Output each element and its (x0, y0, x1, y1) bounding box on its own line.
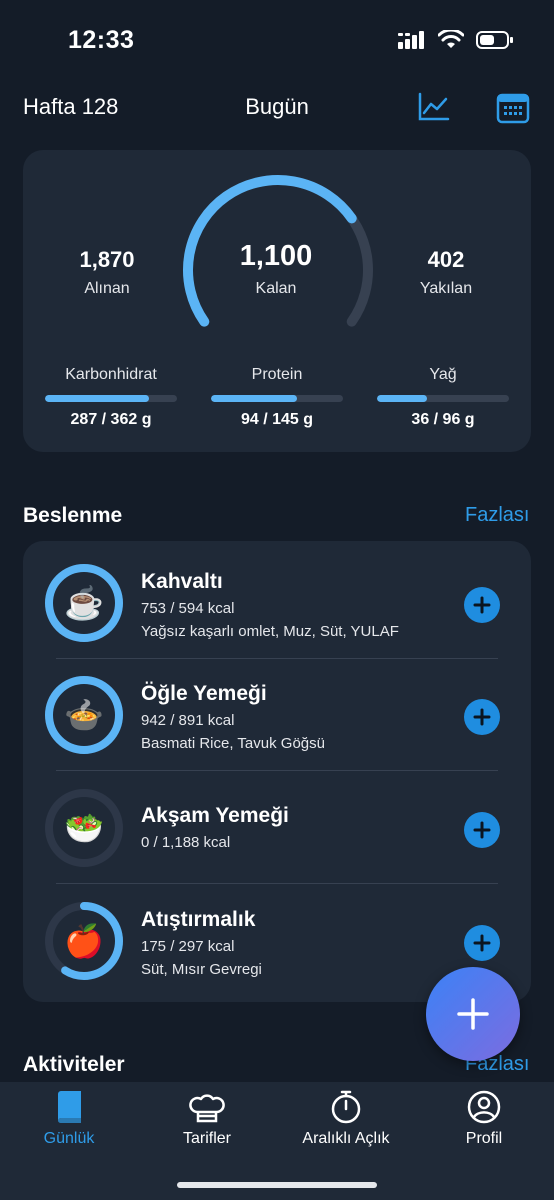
meal-kcal: 0 / 1,188 kcal (141, 834, 231, 851)
meal-lunch[interactable]: 🍲 Öğle Yemeği 942 / 891 kcal Basmati Ric… (23, 655, 531, 767)
eaten-label: Alınan (84, 280, 130, 297)
chef-hat-icon (189, 1094, 225, 1123)
burned-value: 402 (427, 247, 465, 272)
meal-kcal: 175 / 297 kcal (141, 938, 235, 955)
chart-icon[interactable] (418, 92, 450, 127)
plus-icon (473, 596, 491, 614)
meal-title: Kahvaltı (141, 570, 223, 593)
meal-dinner[interactable]: 🥗 Akşam Yemeği 0 / 1,188 kcal (23, 768, 531, 880)
tab-label: Tarifler (182, 1130, 231, 1147)
burned-label: Yakılan (419, 280, 473, 297)
meal-title: Atıştırmalık (141, 908, 256, 931)
macro-carbs-value: 287 / 362 g (70, 411, 152, 428)
add-fab-button[interactable] (426, 967, 520, 1061)
remaining-value: 1,100 (239, 240, 313, 272)
macro-protein-label: Protein (251, 366, 303, 383)
home-indicator (177, 1182, 377, 1188)
plus-icon (473, 821, 491, 839)
plus-icon (473, 934, 491, 952)
tab-profile[interactable]: Profil (415, 1090, 553, 1148)
remaining-label: Kalan (255, 280, 297, 297)
tab-label: Aralıklı Açlık (302, 1130, 390, 1147)
plus-icon (473, 708, 491, 726)
eaten-value: 1,870 (79, 247, 135, 272)
activities-title: Aktiviteler (23, 1053, 125, 1076)
profile-icon (467, 1090, 501, 1124)
salad-icon: 🥗 (64, 810, 104, 846)
macro-fat-label: Yağ (429, 366, 457, 383)
add-dinner-button[interactable] (464, 812, 500, 848)
add-lunch-button[interactable] (464, 699, 500, 735)
meal-breakfast[interactable]: ☕ Kahvaltı 753 / 594 kcal Yağsız kaşarlı… (23, 543, 531, 655)
wifi-icon (438, 30, 464, 48)
meal-title: Öğle Yemeği (141, 682, 267, 705)
week-label[interactable]: Hafta 128 (23, 94, 118, 120)
soup-bowl-icon: 🍲 (64, 697, 104, 733)
tab-label: Günlük (43, 1130, 95, 1147)
nutrition-more-link[interactable]: Fazlası (465, 504, 529, 527)
meals-card: ☕ Kahvaltı 753 / 594 kcal Yağsız kaşarlı… (23, 541, 531, 1002)
meal-items: Süt, Mısır Gevregi (141, 961, 262, 978)
macro-fat-value: 36 / 96 g (411, 411, 475, 428)
status-icons (398, 30, 514, 50)
tab-intermittent-fasting[interactable]: Aralıklı Açlık (277, 1090, 415, 1148)
meal-kcal: 942 / 891 kcal (141, 712, 235, 729)
add-breakfast-button[interactable] (464, 587, 500, 623)
tab-diary[interactable]: Günlük (0, 1090, 138, 1148)
macro-carbs-label: Karbonhidrat (65, 366, 157, 383)
macro-protein-bar (211, 395, 343, 402)
meal-items: Basmati Rice, Tavuk Göğsü (141, 735, 325, 752)
summary-card[interactable]: 1,870 Alınan 1,100 Kalan 402 Yakılan Kar… (23, 150, 531, 452)
calendar-icon[interactable] (496, 92, 530, 129)
tab-label: Profil (465, 1130, 503, 1147)
stopwatch-icon (331, 1090, 361, 1124)
book-icon (58, 1091, 81, 1124)
apple-icon: 🍎 (64, 923, 104, 959)
coffee-icon: ☕ (64, 585, 104, 621)
plus-icon (457, 998, 489, 1030)
meal-kcal: 753 / 594 kcal (141, 600, 235, 617)
signal-icon (398, 31, 424, 49)
add-snack-button[interactable] (464, 925, 500, 961)
nutrition-title: Beslenme (23, 504, 123, 527)
meal-items: Yağsız kaşarlı omlet, Muz, Süt, YULAF (141, 623, 399, 640)
status-time: 12:33 (68, 26, 135, 54)
battery-icon (476, 31, 513, 49)
meal-title: Akşam Yemeği (141, 804, 289, 827)
macro-protein-value: 94 / 145 g (240, 411, 314, 428)
macro-fat-bar (377, 395, 509, 402)
tab-recipes[interactable]: Tarifler (138, 1090, 276, 1148)
macro-carbs-bar (45, 395, 177, 402)
